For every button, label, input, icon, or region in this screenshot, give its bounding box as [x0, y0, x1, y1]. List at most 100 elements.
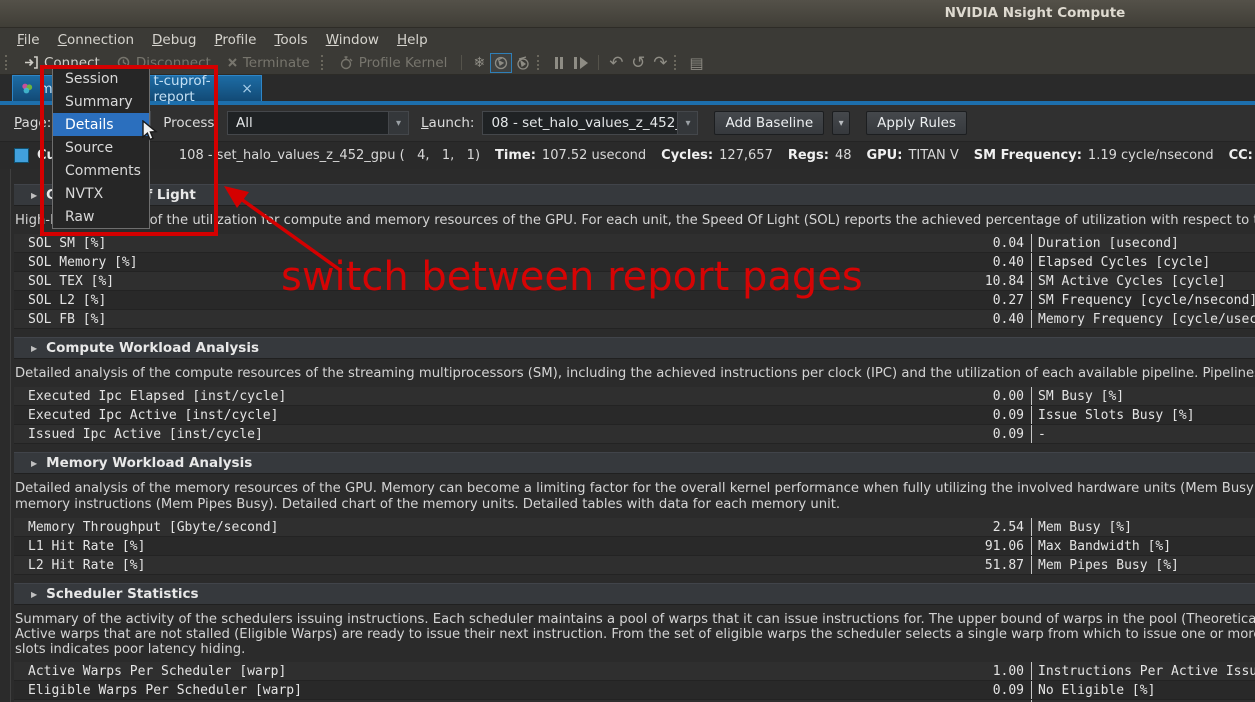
section-header[interactable]: ▶ Compute Workload Analysis	[14, 337, 1255, 359]
description-line: Detailed analysis of the memory resource…	[15, 481, 1255, 497]
expand-arrow-icon[interactable]: ▶	[31, 344, 37, 353]
menubar-item[interactable]: Help	[388, 30, 437, 50]
description-line: Summary of the activity of the scheduler…	[15, 612, 1255, 627]
toolbar-grip[interactable]	[674, 55, 679, 70]
metric-name-right: Issue Slots Busy [%]	[1038, 408, 1255, 423]
expand-arrow-icon[interactable]: ▶	[31, 590, 37, 599]
api-stream-step-icon[interactable]	[512, 53, 534, 73]
description-line: Active warps that are not stalled (Eligi…	[15, 627, 1255, 642]
terminate-button[interactable]: Terminate	[219, 52, 318, 74]
current-kernel-checkbox[interactable]	[14, 148, 29, 163]
section-description: Summary of the activity of the scheduler…	[15, 612, 1255, 657]
column-divider	[1024, 537, 1038, 555]
section-compute-workload-analysis: ▶ Compute Workload Analysis Detailed ana…	[14, 337, 1255, 444]
step-rewind-icon[interactable]: ↺	[627, 53, 649, 73]
metric-table: Executed Ipc Elapsed [inst/cycle] 0.00 S…	[14, 387, 1255, 444]
metric-name-right: SM Busy [%]	[1038, 389, 1255, 404]
toolbar-grip[interactable]	[321, 55, 326, 70]
stat-value: 127,657	[719, 148, 773, 163]
stat-value: 1.19 cycle/nsecond	[1088, 148, 1214, 163]
metric-value: 91.06	[944, 539, 1024, 554]
table-row[interactable]: Executed Ipc Elapsed [inst/cycle] 0.00 S…	[14, 387, 1255, 406]
section-memory-workload-analysis: ▶ Memory Workload Analysis Detailed anal…	[14, 452, 1255, 575]
column-divider	[1024, 681, 1038, 699]
apply-rules-button[interactable]: Apply Rules	[866, 111, 967, 135]
toolbar-grip[interactable]	[537, 55, 542, 70]
expand-arrow-icon[interactable]: ▶	[31, 459, 37, 468]
toolbar-grip[interactable]	[5, 55, 10, 70]
process-select-value: All	[228, 115, 388, 131]
metric-name-right: -	[1038, 427, 1255, 442]
stat-label: Cycles:	[661, 148, 713, 163]
table-row[interactable]: SOL FB [%] 0.40 Memory Frequency [cycle/…	[14, 310, 1255, 329]
pause-glyph	[555, 57, 563, 69]
launch-select[interactable]: 08 - set_halo_values_z_452_gpu ▾	[482, 111, 698, 135]
table-row[interactable]: L1 Hit Rate [%] 91.06 Max Bandwidth [%]	[14, 537, 1255, 556]
column-divider	[1024, 556, 1038, 574]
column-divider	[1024, 406, 1038, 424]
titlebar: NVIDIA Nsight Compute	[0, 0, 1255, 28]
stat-value: TITAN V	[908, 148, 958, 163]
add-baseline-dropdown-button[interactable]: ▾	[832, 111, 850, 135]
metric-name-right: Memory Frequency [cycle/usecond]	[1038, 312, 1255, 327]
section-header[interactable]: ▶ Memory Workload Analysis	[14, 452, 1255, 474]
column-divider	[1024, 310, 1038, 328]
menubar-item[interactable]: Tools	[265, 30, 316, 50]
section-header[interactable]: ▶ Scheduler Statistics	[14, 583, 1255, 605]
resume-icon[interactable]	[570, 53, 592, 73]
step-back-icon[interactable]: ↶	[605, 53, 627, 73]
step-forward-icon[interactable]: ↷	[649, 53, 671, 73]
annotation-highlight-box	[40, 65, 218, 236]
api-stream-capture-icon[interactable]	[490, 53, 512, 73]
nsight-compute-window: NVIDIA Nsight Compute File Connection De…	[0, 0, 1255, 702]
metric-value: 0.04	[944, 236, 1024, 251]
layers-icon[interactable]: ▤	[685, 53, 707, 73]
metric-value: 0.00	[944, 389, 1024, 404]
menubar-item[interactable]: Debug	[143, 30, 205, 50]
metric-value: 51.87	[944, 558, 1024, 573]
process-select[interactable]: All ▾	[227, 111, 409, 135]
stat-value: 107.52 usecond	[542, 148, 646, 163]
menubar-item[interactable]: Window	[317, 30, 388, 50]
table-row[interactable]: SOL SM [%] 0.04 Duration [usecond]	[14, 234, 1255, 253]
metric-value: 10.84	[944, 274, 1024, 289]
metric-value: 0.09	[944, 683, 1024, 698]
menubar-item[interactable]: Connection	[49, 30, 143, 50]
kernel-stat: SM Frequency:1.19 cycle/nsecond	[974, 148, 1214, 163]
menubar-item[interactable]: Profile	[205, 30, 265, 50]
table-row[interactable]: Eligible Warps Per Scheduler [warp] 0.09…	[14, 681, 1255, 700]
metric-name-right: Elapsed Cycles [cycle]	[1038, 255, 1255, 270]
kernel-stats: Time:107.52 usecond Cycles: 127,657 Regs:…	[480, 148, 1255, 163]
table-row[interactable]: Active Warps Per Scheduler [warp] 1.00 I…	[14, 662, 1255, 681]
add-baseline-button[interactable]: Add Baseline	[714, 111, 824, 135]
pause-icon[interactable]	[548, 53, 570, 73]
kernel-stat: Time:107.52 usecond	[495, 148, 646, 163]
freeze-api-icon[interactable]: ❄	[468, 53, 490, 73]
metric-name: SOL SM [%]	[14, 236, 944, 251]
metric-name: Eligible Warps Per Scheduler [warp]	[14, 683, 944, 698]
column-divider	[1024, 425, 1038, 443]
metric-value: 2.54	[944, 520, 1024, 535]
metric-value: 0.40	[944, 312, 1024, 327]
expand-arrow-icon[interactable]: ▶	[31, 191, 37, 200]
profile-kernel-button[interactable]: Profile Kernel	[332, 52, 456, 74]
metric-name-right: Max Bandwidth [%]	[1038, 539, 1255, 554]
toolbar-separator	[461, 55, 462, 70]
profile-kernel-icon	[340, 56, 354, 70]
mouse-cursor	[142, 120, 160, 142]
kernel-stat: Regs:48	[788, 148, 852, 163]
table-row[interactable]: L2 Hit Rate [%] 51.87 Mem Pipes Busy [%]	[14, 556, 1255, 575]
metric-name: SOL FB [%]	[14, 312, 944, 327]
table-row[interactable]: Issued Ipc Active [inst/cycle] 0.09 -	[14, 425, 1255, 444]
tab-close-icon[interactable]: ×	[241, 81, 253, 97]
column-divider	[1024, 272, 1038, 290]
menubar-item[interactable]: File	[8, 30, 49, 50]
metric-name: L2 Hit Rate [%]	[14, 558, 944, 573]
table-row[interactable]: Executed Ipc Active [inst/cycle] 0.09 Is…	[14, 406, 1255, 425]
metric-value: 1.00	[944, 664, 1024, 679]
nsight-report-icon	[21, 81, 33, 96]
metric-name: Memory Throughput [Gbyte/second]	[14, 520, 944, 535]
metric-name-right: Instructions Per Active Issue Slot [inst…	[1038, 664, 1255, 679]
table-row[interactable]: Memory Throughput [Gbyte/second] 2.54 Me…	[14, 518, 1255, 537]
metric-name-right: No Eligible [%]	[1038, 683, 1255, 698]
